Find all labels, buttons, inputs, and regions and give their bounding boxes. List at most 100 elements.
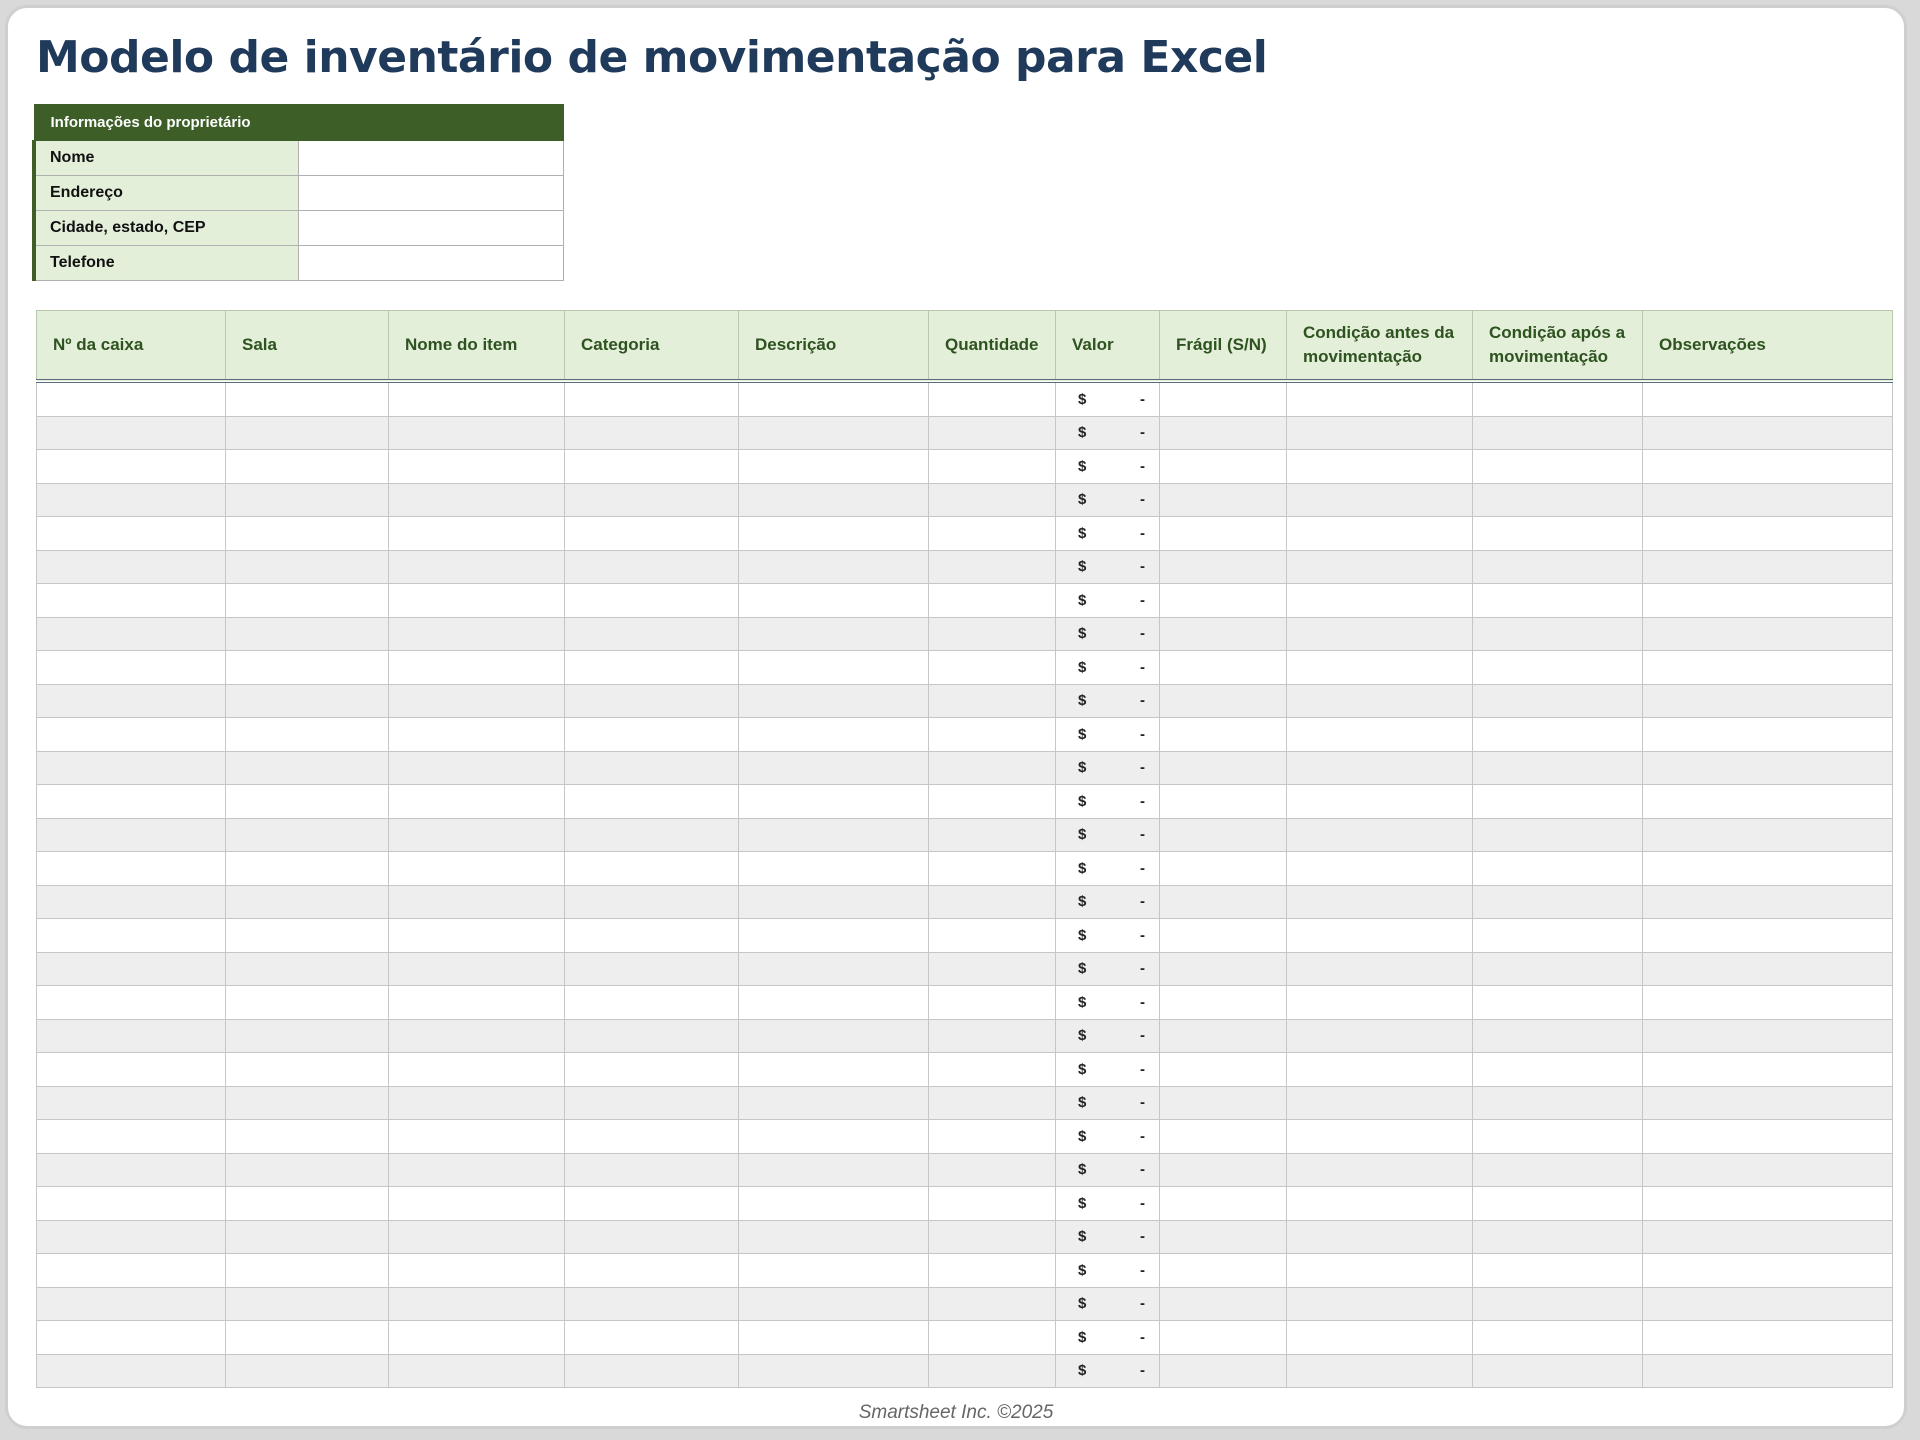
cell-fragile[interactable] xyxy=(1159,750,1287,785)
cell-fragile[interactable] xyxy=(1159,951,1287,986)
cell-box-number[interactable] xyxy=(36,1085,226,1120)
cell-room[interactable] xyxy=(225,1219,389,1254)
cell-condition-after[interactable] xyxy=(1472,549,1643,584)
cell-room[interactable] xyxy=(225,851,389,886)
cell-room[interactable] xyxy=(225,1320,389,1355)
cell-quantity[interactable] xyxy=(928,1152,1056,1187)
cell-item-name[interactable] xyxy=(388,1119,565,1154)
cell-category[interactable] xyxy=(564,918,739,953)
cell-description[interactable] xyxy=(738,1119,929,1154)
cell-condition-after[interactable] xyxy=(1472,449,1643,484)
cell-description[interactable] xyxy=(738,549,929,584)
cell-fragile[interactable] xyxy=(1159,1353,1287,1388)
cell-condition-after[interactable] xyxy=(1472,415,1643,450)
cell-room[interactable] xyxy=(225,1286,389,1321)
cell-description[interactable] xyxy=(738,1018,929,1053)
cell-value[interactable]: $ - xyxy=(1055,1253,1160,1288)
cell-notes[interactable] xyxy=(1642,380,1893,417)
cell-condition-after[interactable] xyxy=(1472,516,1643,551)
cell-item-name[interactable] xyxy=(388,750,565,785)
cell-notes[interactable] xyxy=(1642,918,1893,953)
cell-category[interactable] xyxy=(564,884,739,919)
cell-category[interactable] xyxy=(564,951,739,986)
cell-description[interactable] xyxy=(738,1353,929,1388)
cell-quantity[interactable] xyxy=(928,583,1056,618)
cell-fragile[interactable] xyxy=(1159,884,1287,919)
cell-category[interactable] xyxy=(564,1186,739,1221)
cell-room[interactable] xyxy=(225,549,389,584)
cell-quantity[interactable] xyxy=(928,650,1056,685)
cell-condition-before[interactable] xyxy=(1286,650,1473,685)
cell-category[interactable] xyxy=(564,1353,739,1388)
cell-condition-after[interactable] xyxy=(1472,380,1643,417)
cell-condition-before[interactable] xyxy=(1286,482,1473,517)
cell-notes[interactable] xyxy=(1642,1119,1893,1154)
cell-item-name[interactable] xyxy=(388,1353,565,1388)
cell-description[interactable] xyxy=(738,1219,929,1254)
cell-fragile[interactable] xyxy=(1159,1186,1287,1221)
cell-condition-before[interactable] xyxy=(1286,1018,1473,1053)
cell-condition-after[interactable] xyxy=(1472,650,1643,685)
cell-category[interactable] xyxy=(564,1119,739,1154)
cell-room[interactable] xyxy=(225,449,389,484)
cell-fragile[interactable] xyxy=(1159,1152,1287,1187)
cell-notes[interactable] xyxy=(1642,415,1893,450)
cell-description[interactable] xyxy=(738,683,929,718)
cell-description[interactable] xyxy=(738,380,929,417)
cell-item-name[interactable] xyxy=(388,482,565,517)
cell-notes[interactable] xyxy=(1642,817,1893,852)
cell-notes[interactable] xyxy=(1642,951,1893,986)
cell-quantity[interactable] xyxy=(928,616,1056,651)
cell-value[interactable]: $ - xyxy=(1055,683,1160,718)
cell-quantity[interactable] xyxy=(928,1219,1056,1254)
cell-condition-before[interactable] xyxy=(1286,1286,1473,1321)
cell-box-number[interactable] xyxy=(36,918,226,953)
cell-value[interactable]: $ - xyxy=(1055,1152,1160,1187)
cell-box-number[interactable] xyxy=(36,1320,226,1355)
cell-box-number[interactable] xyxy=(36,1286,226,1321)
cell-item-name[interactable] xyxy=(388,851,565,886)
cell-description[interactable] xyxy=(738,616,929,651)
cell-quantity[interactable] xyxy=(928,449,1056,484)
cell-room[interactable] xyxy=(225,951,389,986)
cell-description[interactable] xyxy=(738,583,929,618)
cell-notes[interactable] xyxy=(1642,1320,1893,1355)
cell-value[interactable]: $ - xyxy=(1055,951,1160,986)
cell-box-number[interactable] xyxy=(36,482,226,517)
cell-item-name[interactable] xyxy=(388,650,565,685)
cell-category[interactable] xyxy=(564,750,739,785)
cell-condition-before[interactable] xyxy=(1286,985,1473,1020)
cell-box-number[interactable] xyxy=(36,717,226,752)
cell-fragile[interactable] xyxy=(1159,784,1287,819)
cell-category[interactable] xyxy=(564,784,739,819)
cell-fragile[interactable] xyxy=(1159,616,1287,651)
cell-value[interactable]: $ - xyxy=(1055,549,1160,584)
cell-notes[interactable] xyxy=(1642,583,1893,618)
cell-item-name[interactable] xyxy=(388,1320,565,1355)
cell-notes[interactable] xyxy=(1642,851,1893,886)
cell-value[interactable]: $ - xyxy=(1055,750,1160,785)
cell-item-name[interactable] xyxy=(388,616,565,651)
cell-description[interactable] xyxy=(738,951,929,986)
cell-condition-before[interactable] xyxy=(1286,717,1473,752)
cell-fragile[interactable] xyxy=(1159,449,1287,484)
cell-condition-before[interactable] xyxy=(1286,583,1473,618)
cell-room[interactable] xyxy=(225,616,389,651)
cell-room[interactable] xyxy=(225,784,389,819)
cell-notes[interactable] xyxy=(1642,616,1893,651)
cell-fragile[interactable] xyxy=(1159,851,1287,886)
cell-box-number[interactable] xyxy=(36,951,226,986)
cell-quantity[interactable] xyxy=(928,1253,1056,1288)
owner-address-field[interactable] xyxy=(298,175,564,211)
cell-box-number[interactable] xyxy=(36,380,226,417)
cell-item-name[interactable] xyxy=(388,784,565,819)
cell-category[interactable] xyxy=(564,717,739,752)
cell-condition-before[interactable] xyxy=(1286,884,1473,919)
cell-value[interactable]: $ - xyxy=(1055,1353,1160,1388)
cell-quantity[interactable] xyxy=(928,482,1056,517)
cell-item-name[interactable] xyxy=(388,1052,565,1087)
cell-condition-before[interactable] xyxy=(1286,784,1473,819)
cell-condition-after[interactable] xyxy=(1472,1119,1643,1154)
cell-box-number[interactable] xyxy=(36,1052,226,1087)
cell-condition-after[interactable] xyxy=(1472,1018,1643,1053)
